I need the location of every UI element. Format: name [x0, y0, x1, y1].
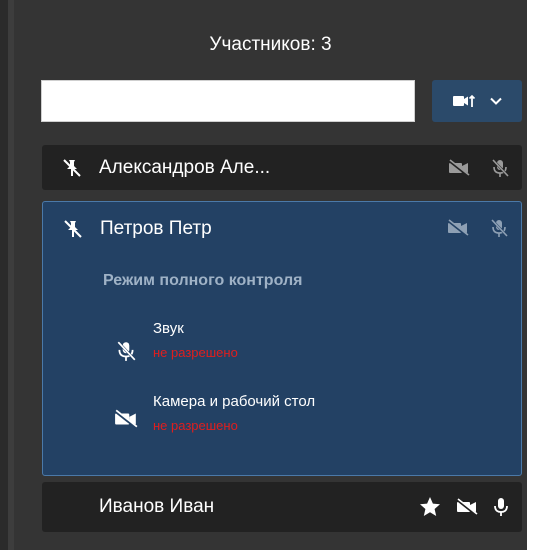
- camera-off-icon[interactable]: [448, 159, 470, 177]
- participant-search-input[interactable]: [41, 80, 415, 122]
- mic-icon[interactable]: [492, 496, 510, 518]
- camera-off-icon[interactable]: [456, 498, 478, 516]
- left-edge: [0, 0, 8, 550]
- permission-sound-title: Звук: [153, 320, 184, 337]
- participants-panel: Участников: 3 Александров Але... Петров …: [14, 0, 527, 550]
- permission-camera-status: не разрешено: [153, 418, 238, 433]
- chevron-down-icon: [490, 97, 502, 105]
- participant-name: Александров Але...: [99, 157, 271, 178]
- unpin-icon[interactable]: [62, 158, 82, 178]
- unpin-icon[interactable]: [63, 219, 83, 239]
- share-camera-button[interactable]: [432, 80, 522, 122]
- participants-count-title: Участников: 3: [209, 34, 332, 55]
- permission-camera-title: Камера и рабочий стол: [153, 393, 316, 410]
- participant-row-selected[interactable]: Петров Петр Режим полного контроля Звук …: [42, 201, 522, 476]
- star-icon[interactable]: [418, 495, 442, 519]
- right-edge: [527, 0, 533, 550]
- participant-row[interactable]: Александров Але...: [42, 145, 522, 190]
- participant-name: Петров Петр: [100, 218, 212, 239]
- camera-share-icon: [452, 93, 476, 109]
- camera-off-icon[interactable]: [447, 219, 469, 237]
- mic-off-icon: [115, 340, 137, 362]
- participant-row[interactable]: Иванов Иван: [42, 482, 522, 532]
- camera-off-icon: [114, 409, 138, 429]
- permission-sound-status: не разрешено: [153, 345, 238, 360]
- control-mode-label: Режим полного контроля: [103, 272, 303, 289]
- participant-name: Иванов Иван: [99, 496, 215, 517]
- mic-off-icon[interactable]: [489, 218, 509, 238]
- mic-off-icon[interactable]: [490, 158, 510, 178]
